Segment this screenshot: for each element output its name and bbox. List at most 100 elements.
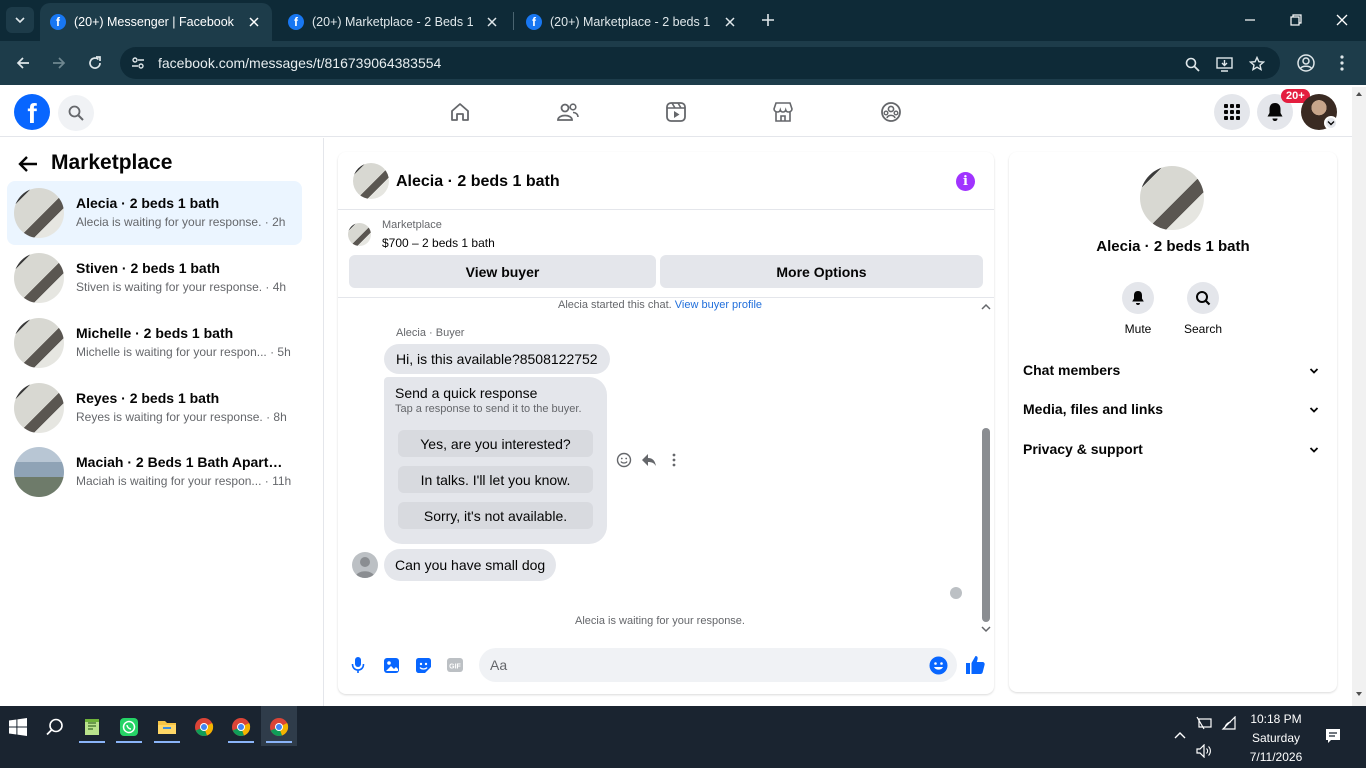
view-buyer-profile-link[interactable]: View buyer profile (675, 299, 762, 311)
minimize-button[interactable] (1240, 10, 1260, 30)
sticker-icon[interactable] (413, 655, 433, 675)
quick-response-option[interactable]: Yes, are you interested? (398, 430, 593, 457)
profile-icon[interactable] (1296, 53, 1316, 73)
scroll-up-icon[interactable] (1355, 91, 1363, 97)
new-tab-button[interactable] (758, 10, 778, 30)
account-menu-chevron[interactable] (1324, 116, 1338, 130)
view-buyer-button[interactable]: View buyer (349, 255, 656, 288)
browser-tab-messenger[interactable]: f (20+) Messenger | Facebook (40, 3, 272, 41)
tab-search-button[interactable] (6, 7, 34, 33)
quick-response-option[interactable]: In talks. I'll let you know. (398, 466, 593, 493)
message-input[interactable] (479, 648, 957, 682)
conversation-item[interactable]: Alecia · 2 beds 1 bath Alecia is waiting… (7, 181, 302, 245)
taskbar-chrome-2[interactable] (227, 713, 255, 741)
nav-friends[interactable] (555, 99, 581, 125)
system-clock[interactable]: 10:18 PM Saturday 7/11/2026 (1238, 710, 1314, 767)
address-bar[interactable]: facebook.com/messages/t/816739064383554 (120, 47, 1280, 79)
back-arrow-icon[interactable] (16, 152, 40, 176)
sender-avatar[interactable] (352, 552, 378, 578)
conversation-item[interactable]: Reyes · 2 beds 1 bath Reyes is waiting f… (7, 376, 302, 440)
back-button[interactable] (13, 53, 33, 73)
taskbar-notepad[interactable] (78, 713, 106, 741)
message-bubble[interactable]: Hi, is this available?8508122752 (384, 344, 610, 374)
nav-video[interactable] (663, 99, 689, 125)
mute-button[interactable]: Mute (1108, 282, 1168, 336)
emoji-icon[interactable] (929, 656, 948, 675)
conversation-name: Michelle · 2 beds 1 bath (76, 325, 234, 341)
chrome-icon (195, 718, 214, 736)
search-icon (68, 105, 84, 121)
facebook-logo-icon[interactable]: f (14, 94, 50, 130)
react-icon[interactable] (615, 451, 633, 469)
more-options-button[interactable]: More Options (660, 255, 983, 288)
action-center-icon[interactable] (1325, 728, 1341, 744)
conversation-name: Maciah · 2 Beds 1 Bath Apartme... (76, 454, 294, 470)
scroll-down-icon[interactable] (980, 624, 992, 634)
chat-scrollbar[interactable] (982, 428, 990, 622)
start-button[interactable] (4, 713, 32, 741)
arrow-right-icon (53, 57, 66, 69)
taskbar-file-explorer[interactable] (153, 713, 181, 741)
conversation-info-icon[interactable]: i (956, 172, 975, 191)
bookmark-star-icon[interactable] (1248, 55, 1266, 73)
close-window-button[interactable] (1332, 10, 1352, 30)
close-tab-icon[interactable] (484, 14, 500, 30)
browser-tab-marketplace-2[interactable]: f (20+) Marketplace - 2 beds 1 ba (516, 3, 748, 41)
reload-button[interactable] (85, 53, 105, 73)
quick-response-subtitle: Tap a response to send it to the buyer. (395, 403, 582, 415)
nav-gaming[interactable] (878, 99, 904, 125)
conversation-item[interactable]: Maciah · 2 Beds 1 Bath Apartme... Maciah… (7, 440, 302, 504)
attach-photo-icon[interactable] (381, 655, 401, 675)
conversation-item[interactable]: Michelle · 2 beds 1 bath Michelle is wai… (7, 311, 302, 375)
menu-grid-button[interactable] (1214, 94, 1250, 130)
more-vertical-icon[interactable] (1336, 53, 1348, 73)
browser-tab-marketplace-1[interactable]: f (20+) Marketplace - 2 Beds 1 Ba (278, 3, 510, 41)
arrow-left-icon (16, 57, 29, 69)
listing-price[interactable]: $700 – 2 beds 1 bath (382, 236, 495, 250)
section-media-files-links[interactable]: Media, files and links (1023, 401, 1323, 425)
chevron-up-icon[interactable] (1173, 730, 1187, 740)
facebook-search-button[interactable] (58, 95, 94, 131)
battery-icon[interactable] (1196, 716, 1212, 730)
wifi-icon[interactable] (1221, 716, 1237, 730)
nav-marketplace[interactable] (770, 99, 796, 125)
zoom-icon[interactable] (1183, 55, 1201, 73)
more-actions-icon[interactable] (665, 451, 683, 469)
reply-icon[interactable] (640, 451, 658, 469)
chevron-down-icon (1309, 368, 1319, 374)
restore-button[interactable] (1286, 10, 1306, 30)
close-tab-icon[interactable] (722, 14, 738, 30)
taskbar-chrome-3[interactable] (265, 713, 293, 741)
listing-thumbnail[interactable] (348, 223, 371, 246)
scroll-up-icon[interactable] (980, 302, 992, 312)
nav-home[interactable] (447, 99, 473, 125)
quick-response-card: Send a quick response Tap a response to … (384, 377, 607, 544)
volume-icon[interactable] (1196, 744, 1212, 758)
reload-icon (89, 56, 101, 69)
section-privacy-support[interactable]: Privacy & support (1023, 441, 1323, 465)
forward-button[interactable] (49, 53, 69, 73)
install-app-icon[interactable] (1215, 55, 1233, 73)
site-info-icon[interactable] (130, 55, 146, 71)
open-app-indicator (266, 741, 292, 743)
chat-header-avatar[interactable] (353, 163, 389, 199)
message-bubble[interactable]: Can you have small dog (384, 549, 557, 581)
page-scrollbar[interactable] (1352, 87, 1366, 706)
thumbs-up-icon[interactable] (964, 654, 986, 676)
quick-response-option[interactable]: Sorry, it's not available. (398, 502, 593, 529)
chat-title[interactable]: Alecia · 2 beds 1 bath (396, 173, 560, 191)
scroll-down-icon[interactable] (1355, 691, 1363, 697)
conversation-name: Alecia · 2 beds 1 bath (76, 195, 220, 211)
facebook-top-nav: f 20+ (0, 87, 1352, 137)
sidebar-title: Marketplace (51, 151, 173, 174)
close-tab-icon[interactable] (246, 14, 262, 30)
taskbar-whatsapp[interactable] (115, 713, 143, 741)
listing-avatar[interactable] (1140, 166, 1204, 230)
search-in-conversation-button[interactable]: Search (1173, 282, 1233, 336)
conversation-item[interactable]: Stiven · 2 beds 1 bath Stiven is waiting… (7, 246, 302, 310)
gif-icon[interactable]: GIF (445, 655, 465, 675)
taskbar-search-button[interactable] (41, 713, 69, 741)
taskbar-chrome-1[interactable] (190, 713, 218, 741)
section-chat-members[interactable]: Chat members (1023, 362, 1323, 386)
voice-clip-icon[interactable] (348, 655, 368, 675)
